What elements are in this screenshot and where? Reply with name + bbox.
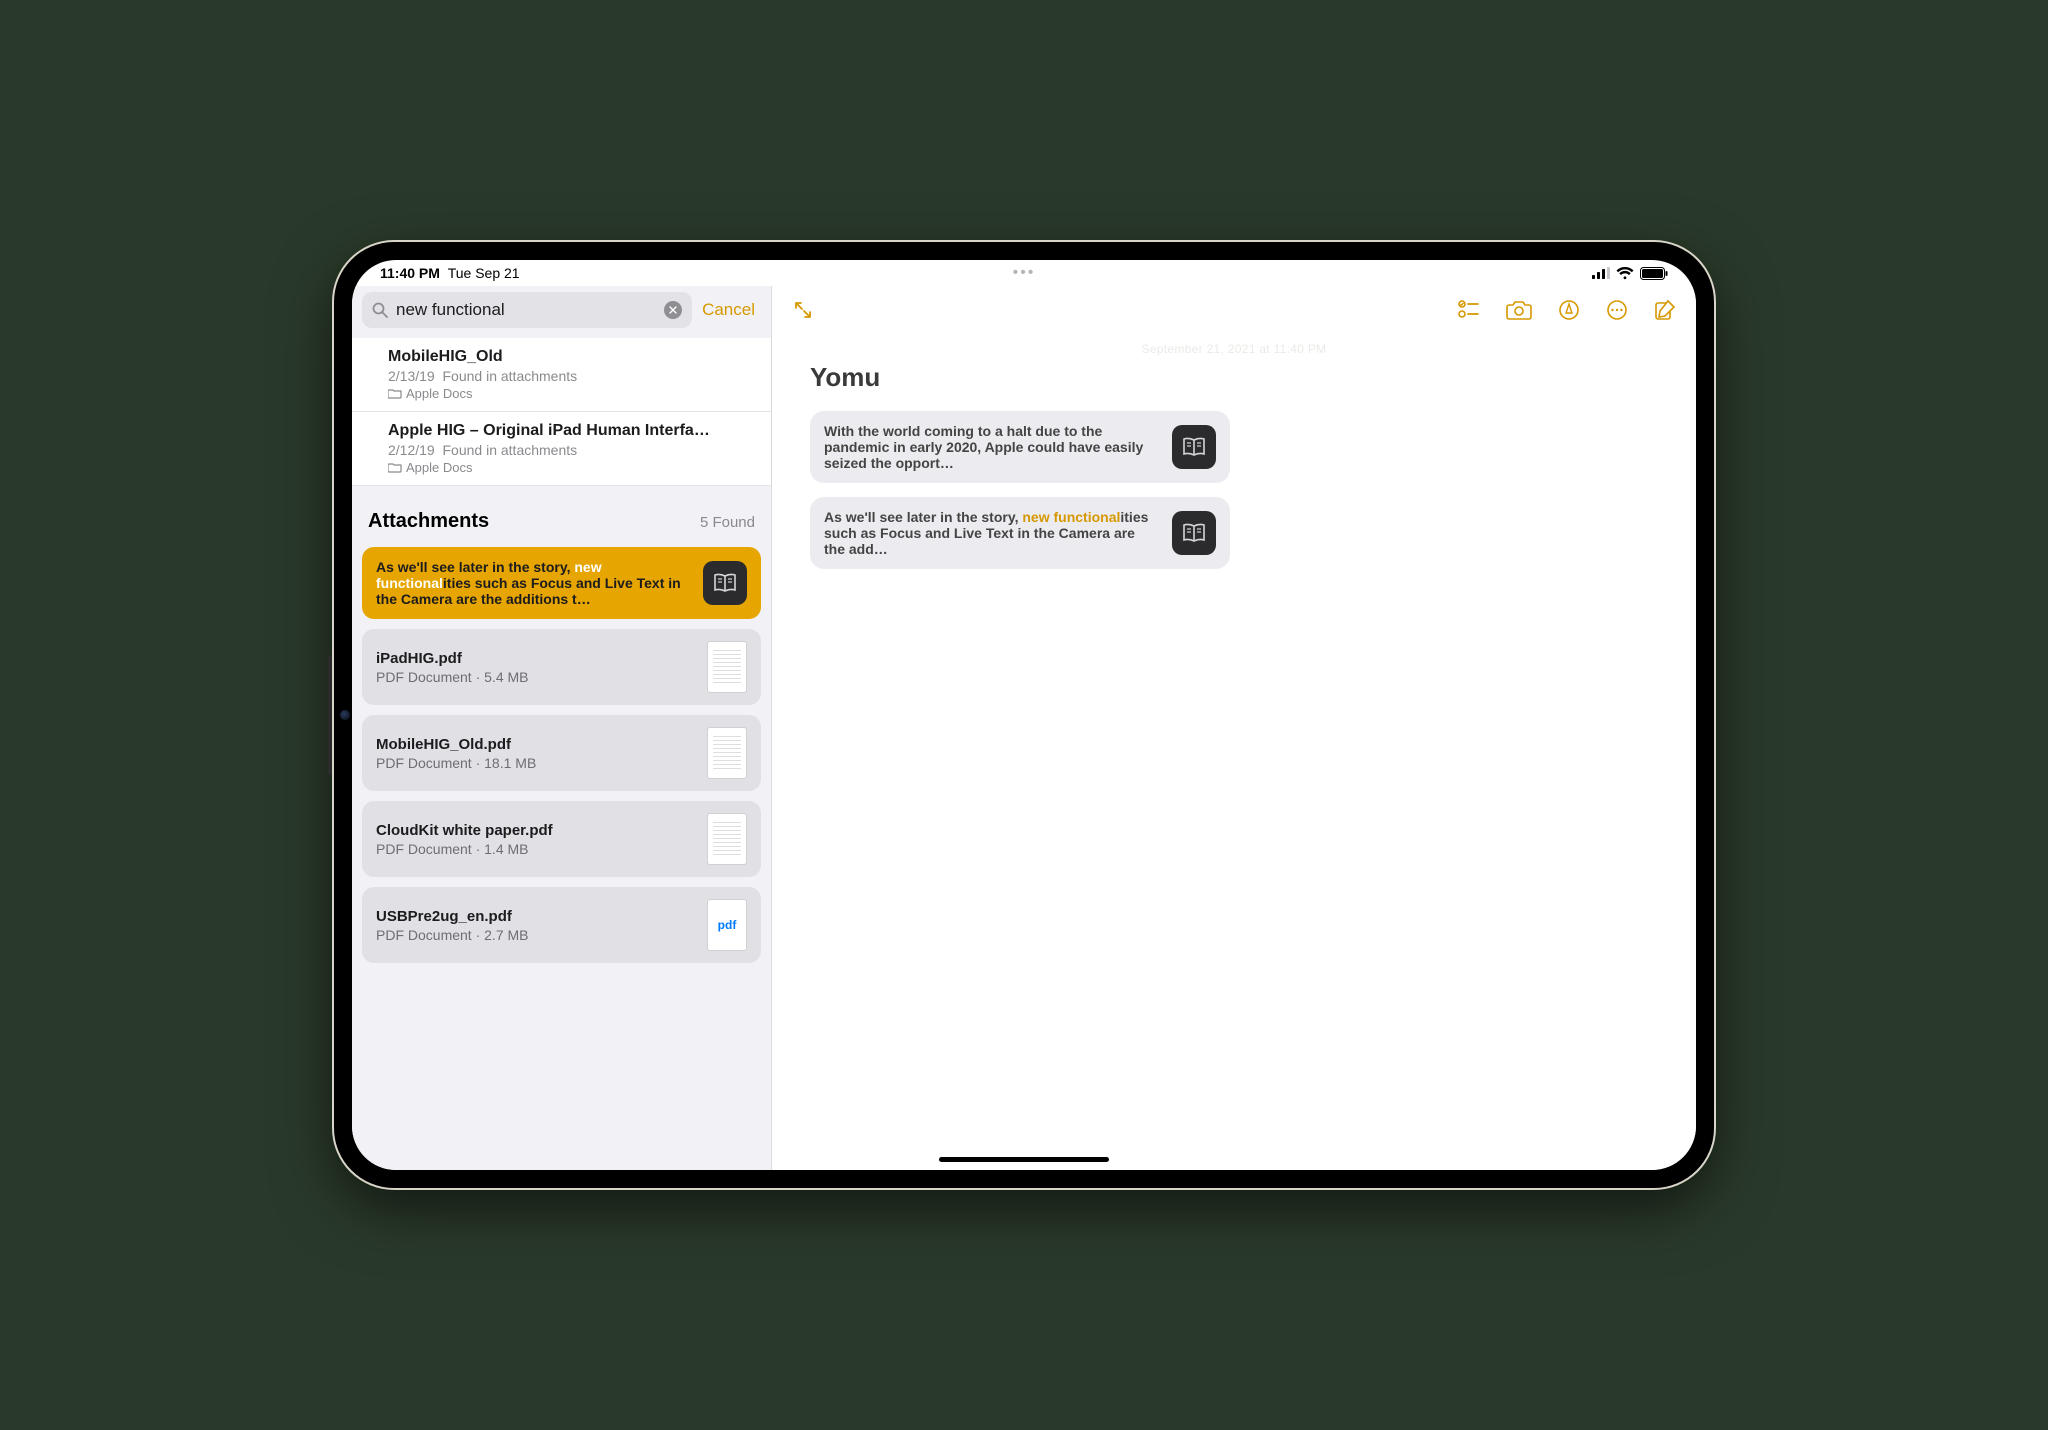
expand-icon[interactable] bbox=[792, 299, 814, 321]
pdf-thumbnail: pdf bbox=[707, 899, 747, 951]
snippet-card[interactable]: As we'll see later in the story, new fun… bbox=[810, 497, 1230, 569]
cell-signal-icon bbox=[1592, 267, 1610, 279]
attachments-header: Attachments 5 Found bbox=[352, 486, 771, 543]
snippet-card[interactable]: With the world coming to a halt due to t… bbox=[810, 411, 1230, 483]
attachment-pdf[interactable]: iPadHIG.pdf PDF Document · 5.4 MB bbox=[362, 629, 761, 705]
pdf-thumbnail bbox=[707, 641, 747, 693]
note-body[interactable]: September 21, 2021 at 11:40 PM Yomu With… bbox=[772, 334, 1696, 603]
attachment-snippet-text: As we'll see later in the story, new fun… bbox=[376, 559, 689, 607]
wifi-icon bbox=[1616, 267, 1634, 280]
note-timestamp: September 21, 2021 at 11:40 PM bbox=[810, 342, 1658, 356]
attachment-pdf[interactable]: CloudKit white paper.pdf PDF Document · … bbox=[362, 801, 761, 877]
x-icon bbox=[669, 306, 677, 314]
folder-icon bbox=[388, 388, 402, 399]
pdf-thumbnail bbox=[707, 727, 747, 779]
folder-icon bbox=[388, 462, 402, 473]
status-time: 11:40 PM Tue Sep 21 bbox=[380, 265, 520, 281]
status-icons bbox=[1592, 267, 1668, 280]
search-icon bbox=[372, 302, 388, 318]
cancel-button[interactable]: Cancel bbox=[702, 300, 761, 320]
ipad-frame: ••• 11:40 PM Tue Sep 21 bbox=[334, 242, 1714, 1188]
snippet-text: As we'll see later in the story, new fun… bbox=[824, 509, 1158, 557]
attachment-pdf[interactable]: MobileHIG_Old.pdf PDF Document · 18.1 MB bbox=[362, 715, 761, 791]
book-icon bbox=[1172, 425, 1216, 469]
clear-search-button[interactable] bbox=[664, 301, 682, 319]
book-icon bbox=[703, 561, 747, 605]
note-content-pane: September 21, 2021 at 11:40 PM Yomu With… bbox=[772, 286, 1696, 1170]
home-indicator[interactable] bbox=[939, 1157, 1109, 1162]
attachment-pdf[interactable]: USBPre2ug_en.pdf PDF Document · 2.7 MB p… bbox=[362, 887, 761, 963]
battery-icon bbox=[1640, 267, 1668, 280]
markup-icon[interactable] bbox=[1558, 299, 1580, 321]
search-sidebar: Cancel MobileHIG_Old 2/13/19 Found in at… bbox=[352, 286, 772, 1170]
snippet-text: With the world coming to a halt due to t… bbox=[824, 423, 1158, 471]
camera-icon[interactable] bbox=[1506, 300, 1532, 320]
search-input[interactable] bbox=[396, 300, 656, 320]
note-toolbar bbox=[772, 286, 1696, 334]
more-icon[interactable] bbox=[1606, 299, 1628, 321]
note-result[interactable]: MobileHIG_Old 2/13/19 Found in attachmen… bbox=[352, 338, 771, 412]
search-field[interactable] bbox=[362, 292, 692, 328]
pdf-thumbnail bbox=[707, 813, 747, 865]
compose-icon[interactable] bbox=[1654, 299, 1676, 321]
checklist-icon[interactable] bbox=[1458, 300, 1480, 320]
front-camera bbox=[340, 710, 350, 720]
attachment-snippet[interactable]: As we'll see later in the story, new fun… bbox=[362, 547, 761, 619]
results-list[interactable]: MobileHIG_Old 2/13/19 Found in attachmen… bbox=[352, 338, 771, 1170]
note-result[interactable]: Apple HIG – Original iPad Human Interfa…… bbox=[352, 412, 771, 486]
screen: ••• 11:40 PM Tue Sep 21 bbox=[352, 260, 1696, 1170]
note-title: Yomu bbox=[810, 362, 1658, 393]
book-icon bbox=[1172, 511, 1216, 555]
multitask-dots-icon[interactable]: ••• bbox=[1013, 264, 1036, 282]
